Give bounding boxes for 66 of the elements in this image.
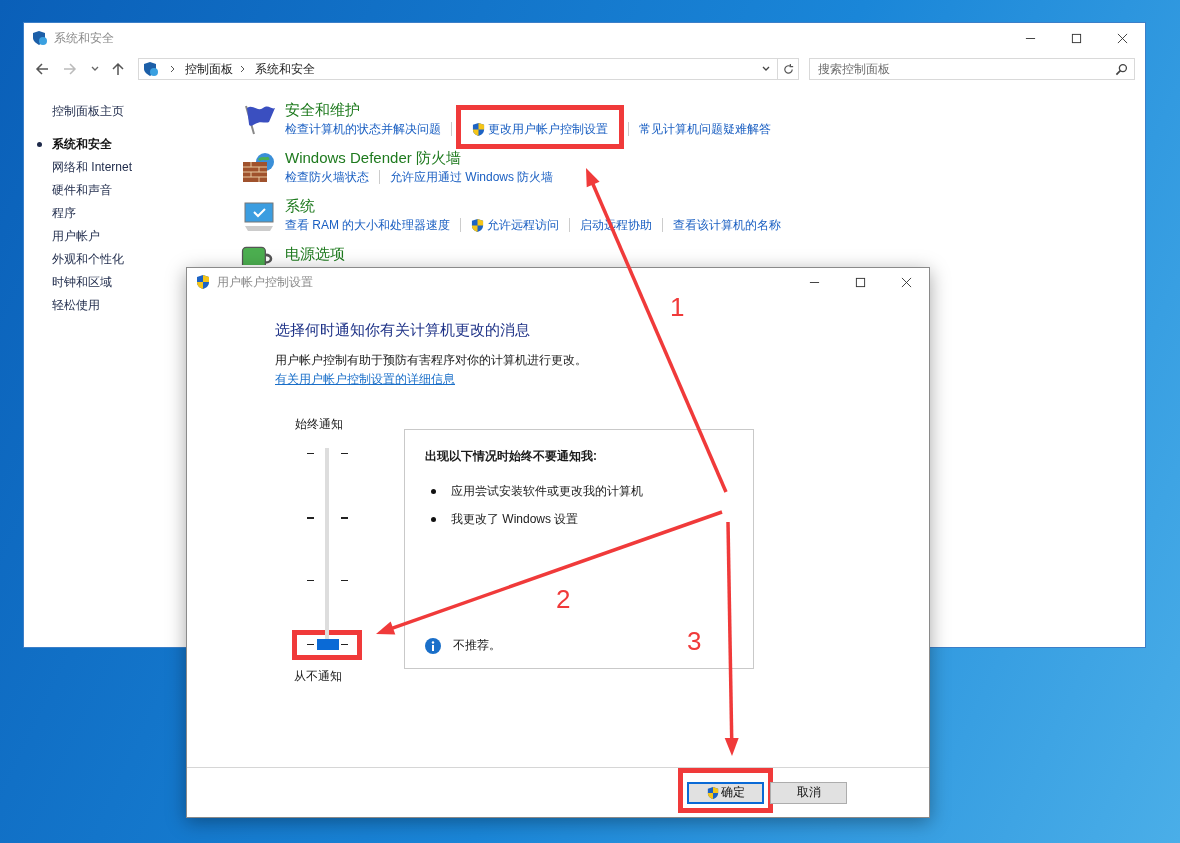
- dialog-button[interactable]: 取消: [770, 781, 847, 804]
- step-number: 3: [687, 626, 702, 656]
- refresh-button[interactable]: [778, 58, 799, 80]
- category-title-link[interactable]: 系统: [285, 196, 782, 216]
- step-number: 1: [670, 292, 685, 322]
- refresh-icon: [781, 62, 795, 76]
- address-bar[interactable]: 控制面板 系统和安全: [138, 58, 778, 80]
- link[interactable]: 允许应用通过 Windows 防火墙: [390, 168, 554, 186]
- description-text: 用户帐户控制有助于预防有害程序对你的计算机进行更改。: [275, 352, 588, 369]
- shield-icon: [471, 217, 485, 233]
- breadcrumb-item[interactable]: 系统和安全: [255, 60, 315, 78]
- step-number: 2: [556, 584, 571, 614]
- search-icon: [1115, 63, 1128, 76]
- back-arrow-icon[interactable]: [34, 61, 50, 77]
- details-link[interactable]: 有关用户帐户控制设置的详细信息: [275, 372, 455, 386]
- sidebar-item[interactable]: 控制面板主页: [37, 100, 124, 123]
- info-icon: [425, 637, 441, 654]
- tick-mark: [341, 644, 348, 645]
- tick-mark: [307, 453, 314, 454]
- tick-mark: [307, 516, 314, 519]
- shield-icon: [32, 30, 48, 46]
- window-title: 系统和安全: [54, 29, 114, 47]
- dialog-heading: 选择何时通知你有关计算机更改的消息: [275, 320, 531, 340]
- shield-icon: [706, 785, 719, 800]
- tick-mark: [341, 453, 348, 454]
- panel-title: 出现以下情况时始终不要通知我:: [425, 448, 598, 465]
- tick-mark: [341, 580, 348, 582]
- up-arrow-icon[interactable]: [110, 61, 126, 77]
- slider-thumb[interactable]: [317, 639, 339, 650]
- bullet-text: 应用尝试安装软件或更改我的计算机: [451, 482, 643, 500]
- chevron-right-icon: [169, 65, 177, 73]
- shield-icon: [143, 61, 159, 77]
- sidebar-item[interactable]: 程序: [37, 202, 76, 225]
- sidebar-item[interactable]: 系统和安全: [37, 133, 112, 156]
- bullet-icon: [431, 488, 436, 494]
- sidebar-item[interactable]: 硬件和声音: [37, 179, 112, 202]
- category-title-link[interactable]: 电源选项: [285, 244, 345, 264]
- sidebar-item[interactable]: 轻松使用: [37, 294, 100, 317]
- shield-icon: [472, 121, 485, 137]
- tick-mark: [341, 516, 348, 519]
- link[interactable]: 常见计算机问题疑难解答: [639, 120, 771, 138]
- search-field[interactable]: 搜索控制面板: [809, 58, 1135, 80]
- link[interactable]: 检查防火墙状态: [285, 168, 369, 186]
- bullet-icon: [431, 516, 436, 522]
- sidebar-item[interactable]: 时钟和区域: [37, 271, 112, 294]
- breadcrumb-item[interactable]: 控制面板: [185, 60, 233, 78]
- link[interactable]: 更改用户帐户控制设置: [488, 120, 608, 138]
- link[interactable]: 检查计算机的状态并解决问题: [285, 120, 441, 138]
- tick-mark: [307, 644, 314, 645]
- sidebar-item[interactable]: 网络和 Internet: [37, 156, 133, 179]
- category-title-link[interactable]: Windows Defender 防火墙: [285, 148, 554, 168]
- dialog-button[interactable]: 确定: [687, 781, 764, 804]
- link[interactable]: 查看该计算机的名称: [673, 216, 782, 234]
- dialog-title: 用户帐户控制设置: [217, 273, 313, 291]
- chevron-right-icon: [239, 65, 247, 73]
- note-text: 不推荐。: [453, 637, 501, 654]
- tick-mark: [307, 580, 314, 582]
- sidebar-item[interactable]: 用户帐户: [37, 225, 100, 248]
- sidebar-item[interactable]: 外观和个性化: [37, 248, 124, 271]
- shield-icon: [195, 274, 211, 290]
- link[interactable]: 允许远程访问: [487, 216, 560, 234]
- category-title-link[interactable]: 安全和维护: [285, 100, 771, 120]
- slider-bottom-label: 从不通知: [293, 668, 343, 685]
- link[interactable]: 查看 RAM 的大小和处理器速度: [285, 216, 451, 234]
- bullet-text: 我更改了 Windows 设置: [451, 510, 579, 528]
- slider-top-label: 始终通知: [294, 416, 344, 433]
